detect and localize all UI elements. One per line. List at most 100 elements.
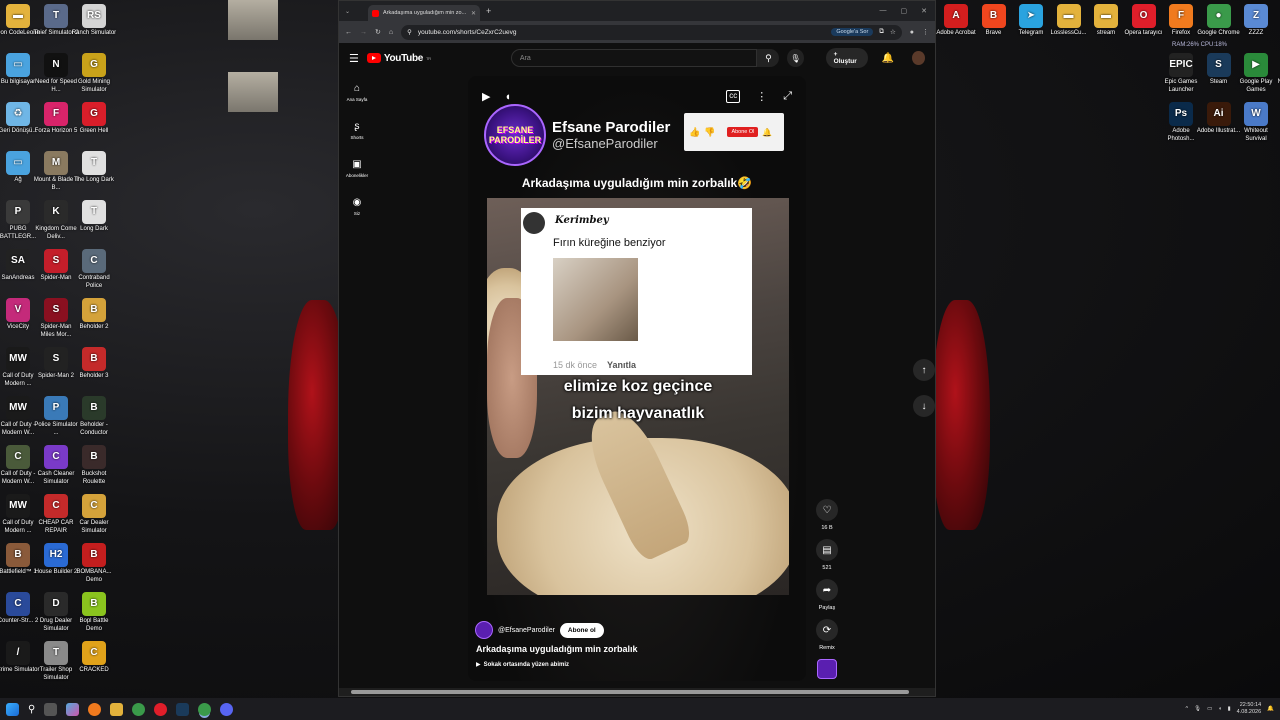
like-button[interactable]: ♡ xyxy=(816,499,838,521)
steam-taskbar-icon[interactable] xyxy=(176,702,190,716)
battery-icon[interactable]: ▮ xyxy=(1228,706,1231,712)
channel-avatar[interactable] xyxy=(475,621,493,639)
reload-icon[interactable]: ↻ xyxy=(375,28,381,36)
nav-item[interactable]: ◉ Siz xyxy=(339,187,375,225)
shorts-player[interactable]: ▶ ◖ cc ⋮ ⤢ EFSANE PARODİLER Efsane Parod… xyxy=(468,76,806,681)
back-icon[interactable]: ← xyxy=(345,29,352,36)
desktop-icon[interactable]: B Bopl Battle Demo xyxy=(71,592,117,633)
nav-icon: ▣ xyxy=(352,158,362,170)
captions-icon[interactable]: cc xyxy=(726,90,741,103)
chrome-active-taskbar-icon[interactable] xyxy=(198,702,212,716)
nav-item[interactable]: ▣ Abonelikler xyxy=(339,149,375,187)
new-tab-icon[interactable]: + xyxy=(486,6,491,16)
desktop-icon[interactable]: G Gold Mining Simulator xyxy=(71,53,117,94)
clock[interactable]: 22:50:14 4.08.2026 xyxy=(1237,702,1261,716)
fullscreen-icon[interactable]: ⤢ xyxy=(783,90,792,103)
channel-handle[interactable]: @EfsaneParodiler xyxy=(498,627,555,634)
google-ask-button[interactable]: Google'a Sor xyxy=(831,28,874,36)
create-button[interactable]: + Oluştur xyxy=(825,48,868,68)
desktop-icon[interactable]: T Long Dark xyxy=(71,200,117,234)
more-options-icon[interactable]: ⋮ xyxy=(756,90,767,103)
app-icon: B xyxy=(6,543,30,567)
voice-search-button[interactable]: 🎙 xyxy=(787,49,804,67)
desktop-icon[interactable]: Z ZZZZ xyxy=(1233,4,1279,38)
microphone-tray-icon[interactable]: 🎙 xyxy=(1194,706,1201,712)
tray-chevron-icon[interactable]: ^ xyxy=(1186,706,1189,712)
comment-count: 521 xyxy=(822,565,832,571)
desktop-icon[interactable]: G Green Hell xyxy=(71,102,117,136)
scrollbar-thumb[interactable] xyxy=(351,690,909,694)
install-icon[interactable]: ⧉ xyxy=(879,28,884,36)
desktop-icon[interactable]: B Beholder 3 xyxy=(71,347,117,381)
copilot-icon[interactable] xyxy=(66,702,80,716)
app-icon: RS xyxy=(82,4,106,28)
horizontal-scrollbar[interactable] xyxy=(339,688,935,696)
next-short-button[interactable]: ↓ xyxy=(913,395,935,417)
remix-button[interactable]: ⟳ xyxy=(816,619,838,641)
desktop-icon[interactable]: B BOMBANA... Demo xyxy=(71,543,117,584)
youtube-logo[interactable]: YouTube TR xyxy=(366,53,431,64)
play-icon[interactable]: ▶ xyxy=(482,90,490,103)
video-overlay-text: elimize koz geçince bizim hayvanatlık xyxy=(487,373,789,427)
opera-taskbar-icon[interactable] xyxy=(154,702,168,716)
profile-icon[interactable]: ● xyxy=(910,29,914,36)
desktop-icon[interactable]: T The Long Dark xyxy=(71,151,117,185)
site-info-icon[interactable]: ⚲ xyxy=(407,28,412,36)
desktop-icon[interactable]: C Contraband Police xyxy=(71,249,117,290)
subscribe-button[interactable]: Abone ol xyxy=(559,622,604,638)
app-icon: T xyxy=(82,151,106,175)
search-input[interactable]: Ara xyxy=(510,49,758,67)
search-taskbar-icon[interactable]: ⚲ xyxy=(28,704,35,715)
maximize-icon[interactable]: ▢ xyxy=(901,7,908,15)
desktop-icon-label: The Long Dark xyxy=(74,177,114,183)
chrome-taskbar-icon[interactable] xyxy=(132,702,146,716)
desktop-icon[interactable]: B Beholder 2 xyxy=(71,298,117,332)
volume-tray-icon[interactable]: ◖ xyxy=(1218,706,1221,712)
close-window-icon[interactable]: ✕ xyxy=(921,7,927,15)
bookmark-star-icon[interactable]: ☆ xyxy=(890,28,896,36)
short-title[interactable]: Arkadaşıma uyguladığım min zorbalık xyxy=(476,644,638,654)
tab-list-icon[interactable]: ⌄ xyxy=(345,8,350,15)
desktop-icon-label: Bopl Battle Demo xyxy=(79,618,109,632)
hamburger-menu-icon[interactable]: ☰ xyxy=(349,52,359,65)
app-icon: Z xyxy=(1244,4,1268,28)
previous-short-button[interactable]: ↑ xyxy=(913,359,935,381)
arrow-down-icon: ↓ xyxy=(921,400,927,412)
search-button[interactable]: ⚲ xyxy=(757,49,780,67)
minimize-icon[interactable]: — xyxy=(880,7,887,15)
notification-icon[interactable]: 🔔 xyxy=(1267,706,1274,712)
sound-row[interactable]: ▶ Sokak ortasında yüzen abimiz xyxy=(476,661,569,669)
comment-button[interactable]: ▤ xyxy=(816,539,838,561)
desktop-icon[interactable]: B Buckshot Roulette xyxy=(71,445,117,486)
desktop-icon[interactable]: NNVIDIA App xyxy=(1271,53,1280,87)
share-button[interactable]: ➦ xyxy=(816,579,838,601)
firefox-taskbar-icon[interactable] xyxy=(88,702,102,716)
desktop-icon[interactable]: C CRACKED xyxy=(71,641,117,675)
url-field[interactable]: ⚲ youtube.com/shorts/CeZxrC2uevg Google'… xyxy=(401,24,902,40)
nav-item[interactable]: ⌂ Ana Sayfa xyxy=(339,73,375,111)
forward-icon[interactable]: → xyxy=(360,29,367,36)
nav-item[interactable]: ʂ Shorts xyxy=(339,111,375,149)
app-icon: ▬ xyxy=(1094,4,1118,28)
close-tab-icon[interactable]: ✕ xyxy=(471,10,476,17)
sound-avatar[interactable] xyxy=(817,659,837,679)
task-view-icon[interactable] xyxy=(44,702,58,716)
network-icon[interactable]: ▭ xyxy=(1207,706,1212,712)
desktop-icon[interactable]: RS Ranch Simulator xyxy=(71,4,117,38)
thumbs-up-icon: 👍 xyxy=(689,126,701,137)
notifications-bell-icon[interactable]: 🔔 xyxy=(882,53,894,64)
desktop-icon[interactable]: ▤00 xyxy=(1271,102,1280,136)
start-icon[interactable] xyxy=(6,702,19,716)
account-avatar[interactable] xyxy=(912,51,925,65)
home-icon[interactable]: ⌂ xyxy=(389,29,393,36)
taskbar: ⚲ ^ 🎙 ▭ ◖ ▮ 22:50:14 4.08.2026 🔔 xyxy=(0,698,1280,720)
app-icon: C xyxy=(44,445,68,469)
explorer-taskbar-icon[interactable] xyxy=(110,702,124,716)
app-icon: B xyxy=(82,445,106,469)
discord-taskbar-icon[interactable] xyxy=(220,702,234,716)
active-tab[interactable]: Arkadaşıma uyguladığım min zo... ✕ xyxy=(368,5,481,21)
desktop-icon[interactable]: B Beholder - Conductor xyxy=(71,396,117,437)
menu-dots-icon[interactable]: ⋮ xyxy=(922,28,929,36)
volume-icon[interactable]: ◖ xyxy=(504,91,511,103)
desktop-icon[interactable]: C Car Dealer Simulator xyxy=(71,494,117,535)
